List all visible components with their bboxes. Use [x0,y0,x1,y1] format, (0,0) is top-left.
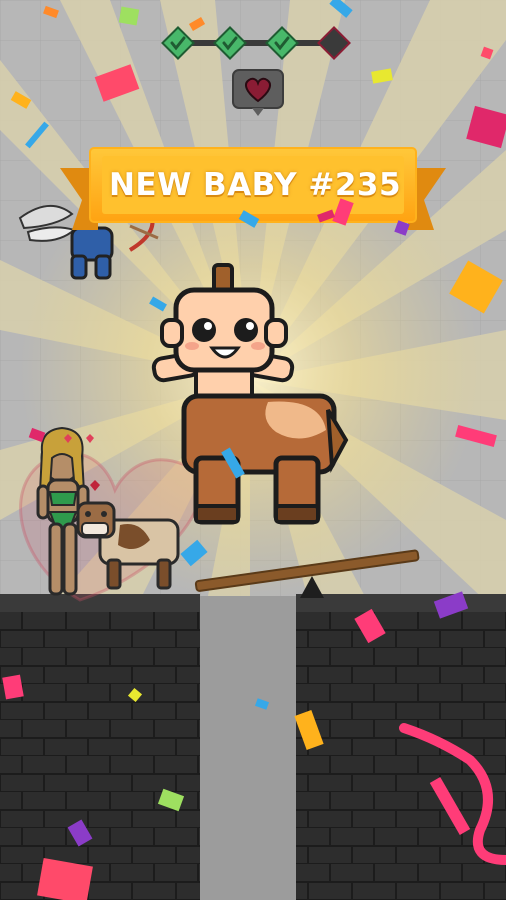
game-scene[interactable] [0,0,506,900]
left-tower-top [0,594,200,612]
left-tower [0,596,200,900]
right-tower [296,596,506,900]
tower-gap [200,596,296,900]
right-tower-top [296,594,506,612]
banner-title: NEW BABY #235 [108,167,402,203]
confetti-piece [118,6,140,26]
confetti-piece [2,674,24,700]
